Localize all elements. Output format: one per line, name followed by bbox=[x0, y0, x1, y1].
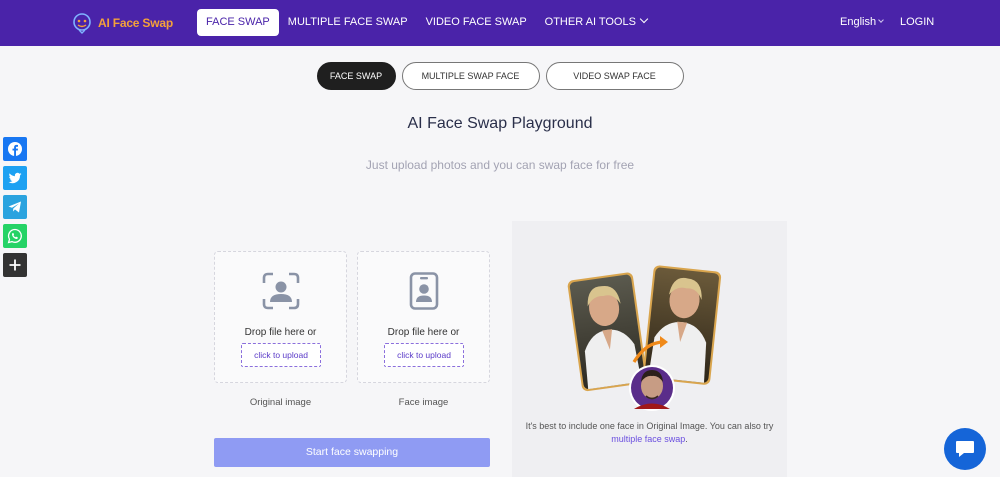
whatsapp-icon bbox=[7, 228, 22, 244]
telegram-icon bbox=[8, 201, 21, 213]
tab-face-swap[interactable]: FACE SWAP bbox=[316, 62, 396, 90]
example-preview-panel: It's best to include one face in Origina… bbox=[512, 221, 787, 477]
nav-other-ai-tools-label: OTHER AI TOOLS bbox=[544, 16, 636, 28]
chat-widget-button[interactable] bbox=[944, 428, 986, 470]
start-face-swapping-button[interactable]: Start face swapping bbox=[214, 438, 490, 467]
original-image-caption: Original image bbox=[249, 397, 312, 408]
more-share-button[interactable] bbox=[3, 253, 27, 277]
page-subtitle: Just upload photos and you can swap face… bbox=[365, 158, 635, 172]
id-badge-icon bbox=[358, 272, 489, 310]
face-image-dropzone[interactable]: Drop file here or click to upload bbox=[357, 251, 490, 383]
face-scan-icon bbox=[215, 272, 346, 310]
language-selector[interactable]: English bbox=[840, 16, 884, 28]
tab-video-swap-face[interactable]: VIDEO SWAP FACE bbox=[545, 62, 684, 90]
facebook-share-button[interactable] bbox=[3, 137, 27, 161]
mode-tabs: FACE SWAP MULTIPLE SWAP FACE VIDEO SWAP … bbox=[0, 62, 1000, 90]
whatsapp-share-button[interactable] bbox=[3, 224, 27, 248]
original-upload-button[interactable]: click to upload bbox=[241, 343, 321, 367]
plus-icon bbox=[9, 259, 21, 271]
multiple-face-swap-link[interactable]: multiple face swap bbox=[611, 434, 685, 444]
face-upload-button[interactable]: click to upload bbox=[384, 343, 464, 367]
site-logo[interactable]: AI Face Swap bbox=[70, 10, 173, 36]
page-title: AI Face Swap Playground bbox=[407, 115, 593, 132]
original-image-dropzone[interactable]: Drop file here or click to upload bbox=[214, 251, 347, 383]
preview-note-suffix: . bbox=[685, 434, 688, 444]
language-label: English bbox=[840, 16, 877, 28]
logo-text: AI Face Swap bbox=[98, 16, 173, 30]
share-sidebar bbox=[3, 137, 27, 277]
original-drop-text: Drop file here or bbox=[244, 327, 317, 338]
telegram-share-button[interactable] bbox=[3, 195, 27, 219]
main-nav: FACE SWAP MULTIPLE FACE SWAP VIDEO FACE … bbox=[197, 9, 656, 36]
nav-multiple-face-swap[interactable]: MULTIPLE FACE SWAP bbox=[279, 9, 417, 36]
nav-video-face-swap[interactable]: VIDEO FACE SWAP bbox=[417, 9, 536, 36]
chevron-down-icon bbox=[878, 17, 884, 23]
logo-icon bbox=[73, 13, 91, 34]
face-image-caption: Face image bbox=[398, 397, 449, 408]
twitter-share-button[interactable] bbox=[3, 166, 27, 190]
facebook-icon bbox=[8, 142, 22, 156]
login-link[interactable]: LOGIN bbox=[900, 16, 934, 28]
chat-bubble-icon bbox=[956, 441, 974, 457]
chevron-down-icon bbox=[639, 14, 649, 24]
preview-note: It's best to include one face in Origina… bbox=[522, 420, 777, 446]
top-navigation-bar: AI Face Swap FACE SWAP MULTIPLE FACE SWA… bbox=[0, 0, 1000, 46]
nav-face-swap[interactable]: FACE SWAP bbox=[197, 9, 279, 36]
twitter-icon bbox=[8, 172, 22, 184]
tab-multiple-swap-face[interactable]: MULTIPLE SWAP FACE bbox=[401, 62, 540, 90]
nav-other-ai-tools[interactable]: OTHER AI TOOLS bbox=[536, 9, 656, 36]
preview-note-text: It's best to include one face in Origina… bbox=[525, 421, 774, 431]
example-swap-illustration bbox=[567, 265, 722, 411]
face-drop-text: Drop file here or bbox=[387, 327, 460, 338]
